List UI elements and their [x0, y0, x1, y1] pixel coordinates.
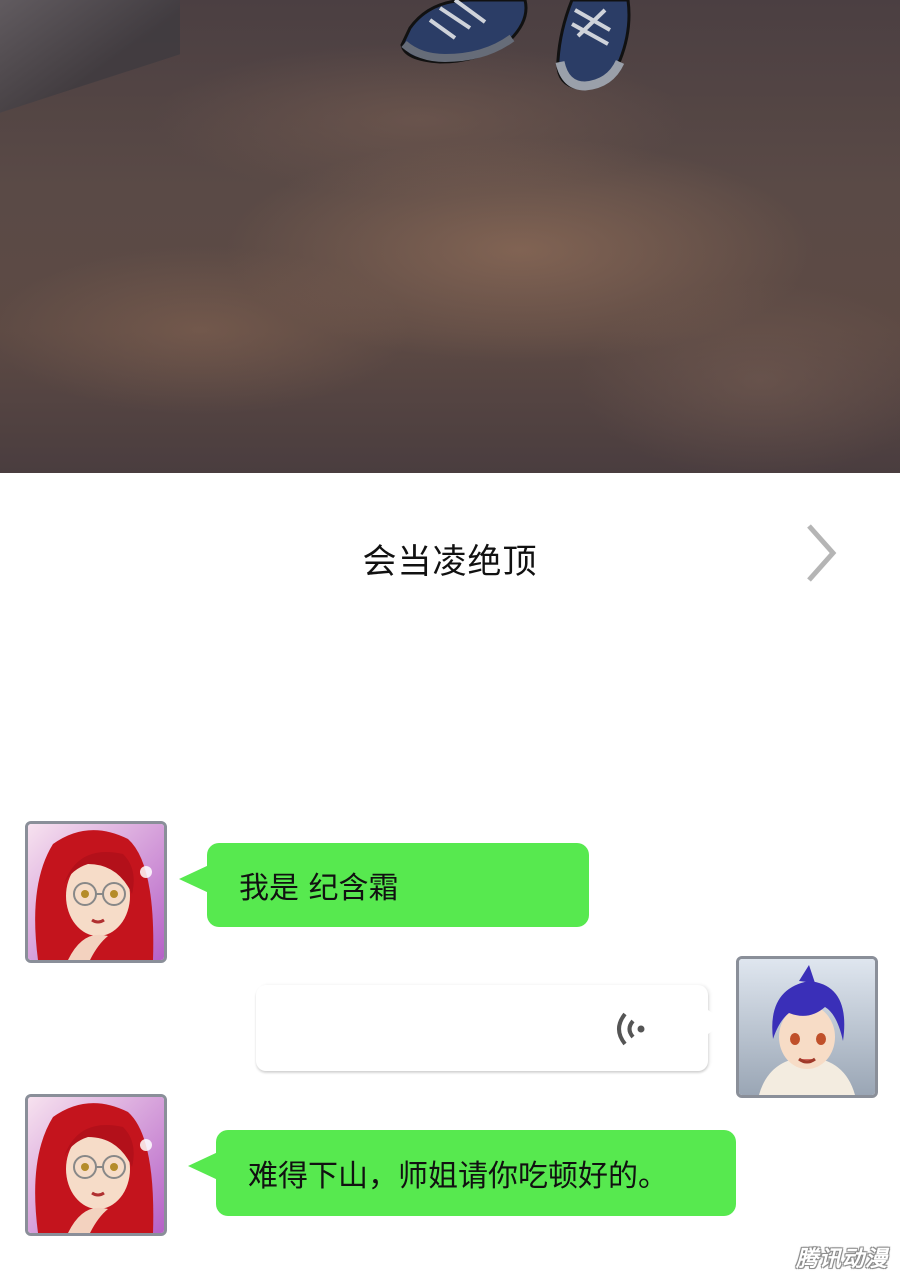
avatar-ji-hanshuang[interactable]: [25, 1094, 167, 1236]
bubble-tail: [179, 865, 209, 893]
message-text-3: 难得下山，师姐请你吃顿好的。: [248, 1159, 668, 1194]
avatar-ji-hanshuang[interactable]: [25, 821, 167, 963]
red-hair-girl-avatar-icon: [28, 1097, 164, 1233]
blue-hair-boy-avatar-icon: [739, 959, 875, 1095]
chevron-right-icon[interactable]: [805, 522, 839, 584]
chat-title: 会当凌绝顶: [362, 542, 538, 582]
watermark-logo: 腾讯动漫: [795, 1247, 888, 1272]
message-bubble-3[interactable]: 难得下山，师姐请你吃顿好的。: [188, 1130, 736, 1216]
avatar-me[interactable]: [736, 956, 878, 1098]
message-text-1: 我是 纪含霜: [239, 871, 399, 906]
red-hair-girl-avatar-icon: [28, 824, 164, 960]
voice-message-bubble[interactable]: [256, 985, 726, 1071]
right-sneaker: [555, 0, 631, 91]
bubble-tail: [188, 1152, 218, 1180]
message-bubble-1[interactable]: 我是 纪含霜: [179, 843, 589, 927]
bubble-tail: [708, 1010, 726, 1034]
sneakers-illustration: [400, 0, 631, 91]
comic-scene-floor: [0, 0, 900, 473]
left-sneaker: [400, 0, 528, 64]
voice-wave-icon: [617, 1012, 645, 1046]
